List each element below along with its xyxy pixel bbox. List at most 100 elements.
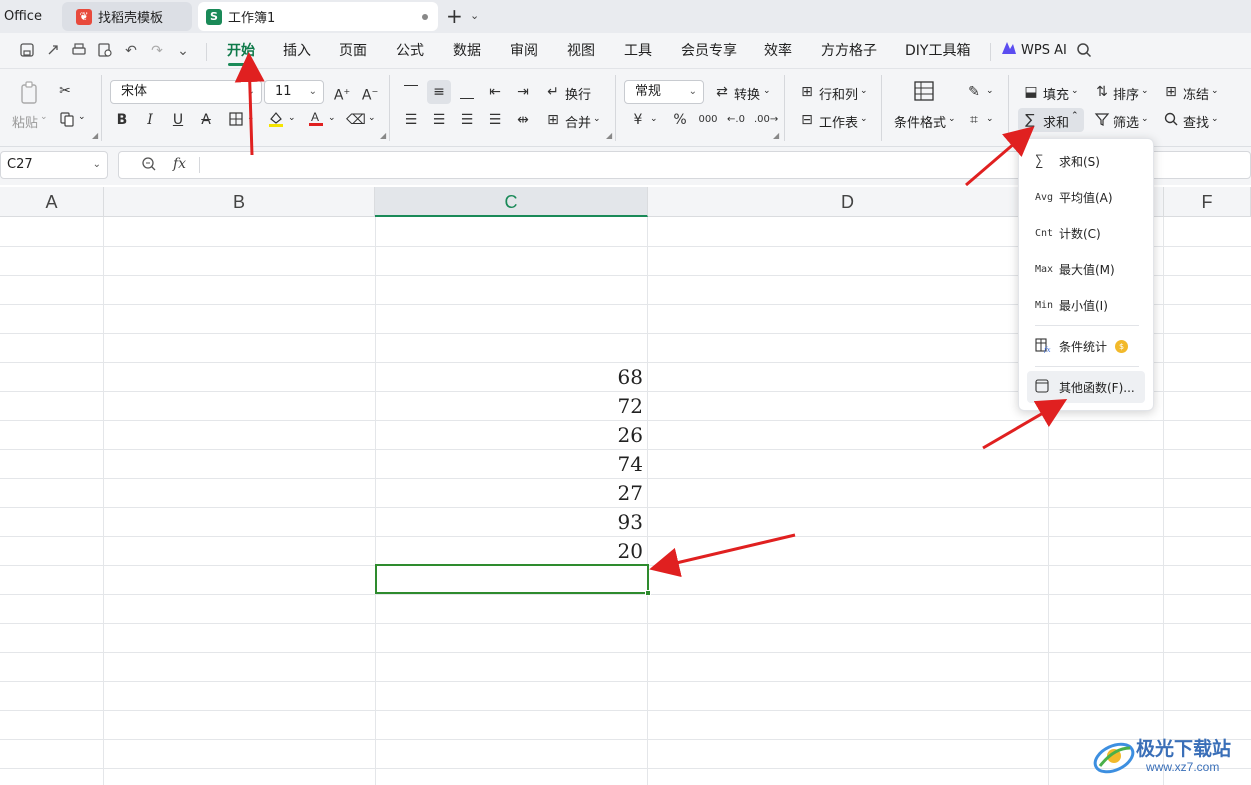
- merge-icon[interactable]: ⊞: [543, 111, 563, 129]
- conditional-format-label[interactable]: 条件格式: [894, 112, 946, 131]
- group-expand-icon[interactable]: ◢: [380, 131, 386, 140]
- tab-docer-templates[interactable]: ❦ 找稻壳模板: [62, 2, 192, 31]
- worksheet-label[interactable]: 工作表: [819, 112, 858, 131]
- thousands-separator-icon[interactable]: 000: [698, 111, 718, 129]
- number-format-select[interactable]: 常规 ⌄: [624, 80, 704, 104]
- menu-view[interactable]: 视图: [567, 42, 595, 60]
- column-header-b[interactable]: B: [104, 187, 375, 217]
- cell-value[interactable]: 20: [375, 537, 647, 566]
- chevron-up-icon[interactable]: ⌃: [1071, 111, 1079, 121]
- paste-label[interactable]: 粘贴: [12, 112, 38, 131]
- chevron-down-icon[interactable]: ⌄: [1071, 86, 1079, 96]
- cell-value[interactable]: 27: [375, 479, 647, 508]
- cell-value[interactable]: 26: [375, 421, 647, 450]
- redo-icon[interactable]: ↷: [148, 42, 166, 60]
- decrease-indent-icon[interactable]: ⇤: [485, 83, 505, 101]
- filter-icon[interactable]: [1092, 111, 1112, 129]
- menu-home[interactable]: 开始: [227, 42, 255, 60]
- menu-fangfang[interactable]: 方方格子: [821, 42, 877, 60]
- menu-diy-toolbox[interactable]: DIY工具箱: [905, 42, 970, 60]
- column-header-a[interactable]: A: [0, 187, 104, 217]
- chevron-down-icon[interactable]: ⌄: [1141, 114, 1149, 124]
- align-left-icon[interactable]: ☰: [401, 111, 421, 129]
- eraser-icon[interactable]: ⌫: [346, 111, 366, 129]
- active-cell[interactable]: [375, 564, 649, 594]
- rows-cols-label[interactable]: 行和列: [819, 84, 858, 103]
- chevron-down-icon[interactable]: ⌄: [948, 114, 956, 124]
- chevron-down-icon[interactable]: ⌄: [368, 113, 376, 123]
- fill-color-icon[interactable]: [266, 110, 286, 128]
- menu-wps-ai[interactable]: WPS AI: [1021, 42, 1067, 60]
- fill-handle[interactable]: [645, 590, 651, 596]
- menu-tools[interactable]: 工具: [624, 42, 652, 60]
- border-icon[interactable]: [226, 111, 246, 129]
- chevron-down-icon[interactable]: ⌄: [328, 113, 336, 123]
- menu-item-conditional-stats[interactable]: fx 条件统计 $: [1027, 330, 1145, 362]
- chevron-down-icon[interactable]: ⌄: [288, 113, 296, 123]
- chevron-down-icon[interactable]: ⌄: [860, 114, 868, 124]
- menu-member[interactable]: 会员专享: [681, 42, 737, 60]
- chevron-down-icon[interactable]: ⌄: [650, 114, 658, 124]
- justify-icon[interactable]: ☰: [485, 111, 505, 129]
- chevron-down-icon[interactable]: ⌄: [986, 114, 994, 124]
- chevron-down-icon[interactable]: ⌄: [593, 114, 601, 124]
- distributed-icon[interactable]: ⇹: [513, 111, 533, 129]
- tab-workbook[interactable]: S 工作簿1: [198, 2, 438, 31]
- cell-style-icon[interactable]: ✎: [964, 83, 984, 101]
- group-expand-icon[interactable]: ◢: [773, 131, 779, 140]
- find-label[interactable]: 查找: [1183, 112, 1209, 131]
- share-icon[interactable]: [44, 42, 62, 60]
- menu-item-max[interactable]: Max 最大值(M): [1027, 253, 1145, 285]
- convert-label[interactable]: 转换: [734, 84, 760, 103]
- table-style-icon[interactable]: ⌗: [964, 111, 984, 129]
- increase-decimal-icon[interactable]: ←.0: [726, 111, 746, 129]
- decrease-font-icon[interactable]: A−: [360, 83, 380, 104]
- align-top-icon[interactable]: ⎺: [401, 83, 421, 101]
- menu-item-other-functions[interactable]: 其他函数(F)...: [1027, 371, 1145, 403]
- search-icon[interactable]: [1076, 42, 1092, 63]
- increase-font-icon[interactable]: A+: [332, 83, 352, 104]
- cell-value[interactable]: 68: [375, 363, 647, 392]
- save-icon[interactable]: [18, 42, 36, 60]
- worksheet-icon[interactable]: ⊟: [797, 111, 817, 129]
- fill-label[interactable]: 填充: [1043, 84, 1069, 103]
- column-header-d[interactable]: D: [648, 187, 1048, 217]
- menu-item-average[interactable]: Avg 平均值(A): [1027, 181, 1145, 213]
- cell-value[interactable]: 74: [375, 450, 647, 479]
- bold-icon[interactable]: B: [112, 111, 132, 129]
- group-expand-icon[interactable]: ◢: [92, 131, 98, 140]
- font-size-select[interactable]: 11 ⌄: [264, 80, 324, 104]
- find-icon[interactable]: [1161, 111, 1181, 129]
- sigma-icon[interactable]: ∑: [1020, 111, 1040, 129]
- chevron-down-icon[interactable]: ⌄: [93, 152, 101, 178]
- sum-label[interactable]: 求和: [1043, 112, 1069, 131]
- copy-icon[interactable]: [57, 111, 77, 129]
- percent-icon[interactable]: %: [670, 111, 690, 129]
- menu-review[interactable]: 审阅: [510, 42, 538, 60]
- align-right-icon[interactable]: ☰: [457, 111, 477, 129]
- chevron-down-icon[interactable]: ⌄: [247, 113, 255, 123]
- cell-value[interactable]: 93: [375, 508, 647, 537]
- cell-value[interactable]: 72: [375, 392, 647, 421]
- menu-insert[interactable]: 插入: [283, 42, 311, 60]
- menu-formulas[interactable]: 公式: [396, 42, 424, 60]
- zoom-icon[interactable]: [141, 156, 157, 176]
- cut-icon[interactable]: ✂: [55, 82, 75, 100]
- strikethrough-icon[interactable]: A: [196, 111, 216, 129]
- align-center-icon[interactable]: ☰: [429, 111, 449, 129]
- new-tab-button[interactable]: +: [446, 6, 463, 26]
- menu-item-count[interactable]: Cnt 计数(C): [1027, 217, 1145, 249]
- fill-icon[interactable]: ⬓: [1021, 83, 1041, 101]
- rows-cols-icon[interactable]: ⊞: [797, 83, 817, 101]
- chevron-down-icon[interactable]: ⌄: [1211, 86, 1219, 96]
- menu-data[interactable]: 数据: [453, 42, 481, 60]
- menu-page[interactable]: 页面: [339, 42, 367, 60]
- chevron-down-icon[interactable]: ⌄: [1141, 86, 1149, 96]
- menu-item-min[interactable]: Min 最小值(I): [1027, 289, 1145, 321]
- menu-item-sum[interactable]: ∑ 求和(S): [1027, 145, 1145, 177]
- chevron-down-icon[interactable]: ⌄: [470, 9, 479, 22]
- chevron-down-icon[interactable]: ⌄: [1211, 114, 1219, 124]
- currency-icon[interactable]: ¥: [628, 111, 648, 129]
- fx-icon[interactable]: fx: [173, 156, 186, 172]
- column-header-c[interactable]: C: [375, 187, 648, 217]
